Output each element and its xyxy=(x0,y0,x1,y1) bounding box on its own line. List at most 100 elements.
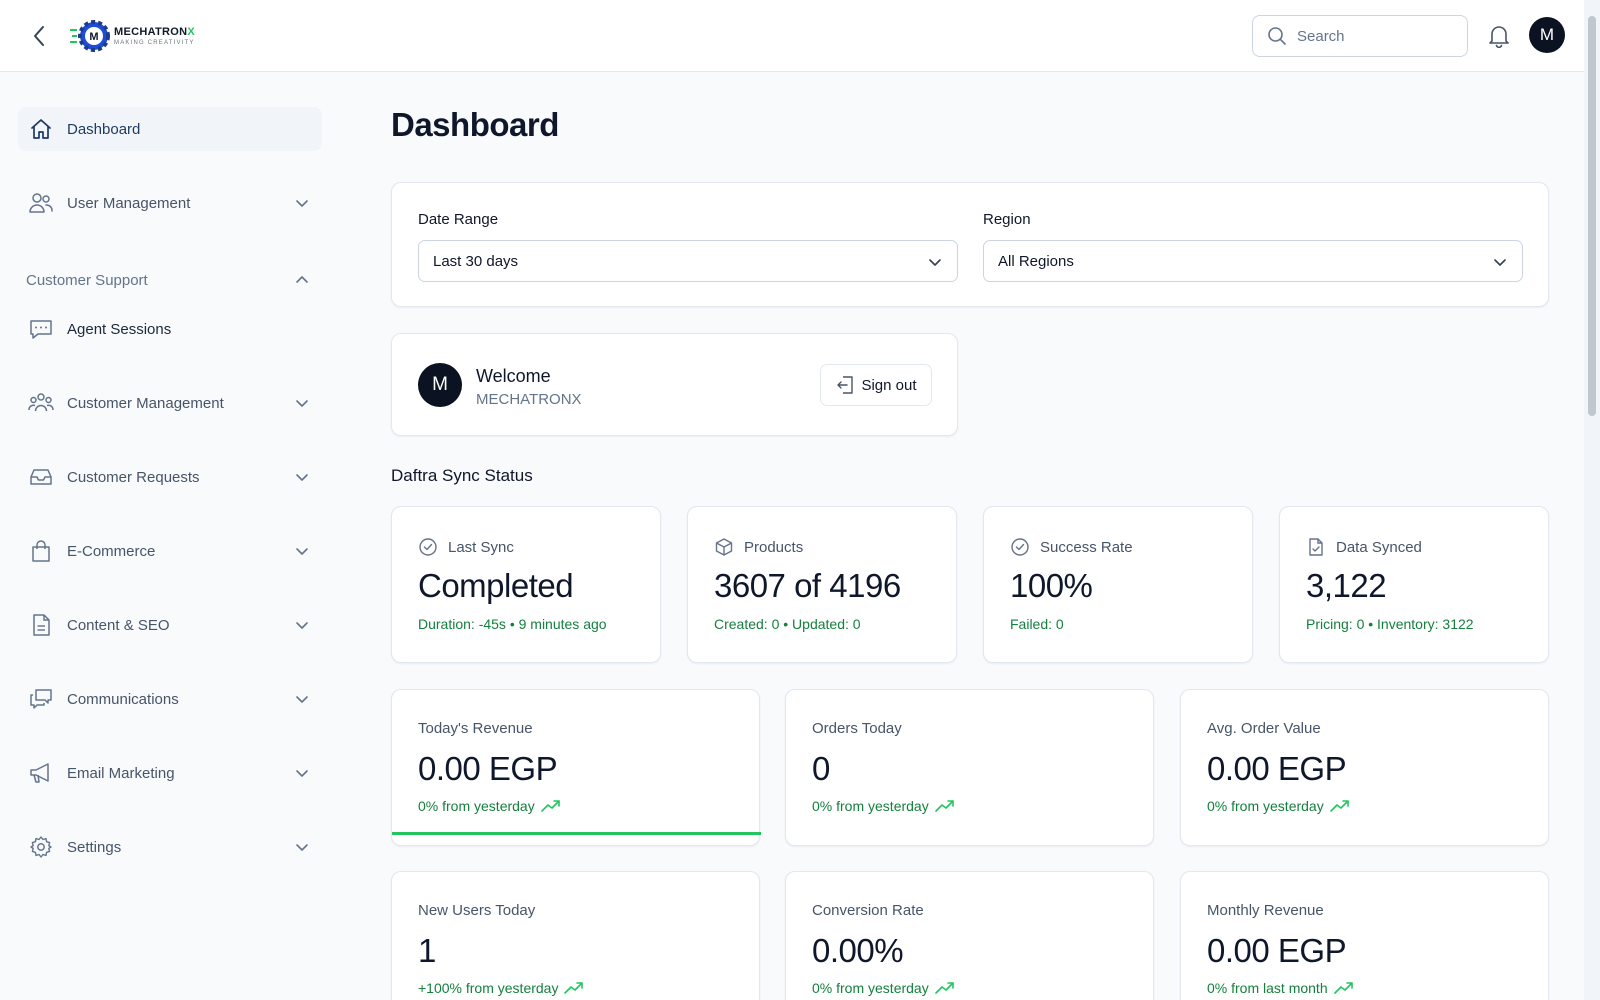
metric-change: +100% from yesterday xyxy=(418,980,559,996)
sidebar-item-agent-sessions[interactable]: Agent Sessions xyxy=(18,307,322,351)
megaphone-icon xyxy=(28,760,54,786)
metric-label: New Users Today xyxy=(418,902,536,919)
metric-card-new-users-today[interactable]: New Users Today 1 +100% from yesterday xyxy=(391,871,760,1000)
trending-up-icon xyxy=(564,982,584,994)
search-input[interactable] xyxy=(1297,27,1457,45)
sidebar-item-email-marketing[interactable]: Email Marketing xyxy=(18,751,322,795)
chevron-down-icon xyxy=(1494,259,1506,266)
top-header: M MECHATRONX MAKING CREATIVITY M xyxy=(0,0,1584,72)
metric-change: 0% from yesterday xyxy=(812,980,929,996)
chevron-down-icon xyxy=(296,770,308,777)
sync-card-success-rate: Success Rate 100% Failed: 0 xyxy=(983,506,1253,663)
shopping-bag-icon xyxy=(28,538,54,564)
sync-card-label: Data Synced xyxy=(1336,538,1422,556)
trending-up-icon xyxy=(1329,800,1349,812)
search-box[interactable] xyxy=(1252,15,1468,57)
chevron-down-icon xyxy=(296,548,308,555)
metric-label: Today's Revenue xyxy=(418,720,533,737)
scrollbar-thumb[interactable] xyxy=(1588,16,1596,416)
trending-up-icon xyxy=(540,800,560,812)
sidebar-item-label: E-Commerce xyxy=(67,542,156,560)
sidebar-group-customer-support[interactable]: Customer Support xyxy=(26,268,322,292)
sync-card-value: 100% xyxy=(1010,567,1093,604)
region-value: All Regions xyxy=(998,252,1074,270)
sync-card-products: Products 3607 of 4196 Created: 0 • Updat… xyxy=(687,506,957,663)
sync-card-detail: Pricing: 0 • Inventory: 3122 xyxy=(1306,616,1474,632)
bell-icon xyxy=(1489,26,1509,48)
logo-text: MECHATRONX MAKING CREATIVITY xyxy=(114,25,196,46)
file-check-icon xyxy=(1309,538,1323,556)
sync-card-last-sync: Last Sync Completed Duration: -45s • 9 m… xyxy=(391,506,661,663)
sidebar-item-ecommerce[interactable]: E-Commerce xyxy=(18,529,322,573)
region-label: Region xyxy=(983,211,1031,228)
sidebar-item-content-seo[interactable]: Content & SEO xyxy=(18,603,322,647)
logo-tagline: MAKING CREATIVITY xyxy=(114,39,195,46)
metric-card-todays-revenue[interactable]: Today's Revenue 0.00 EGP 0% from yesterd… xyxy=(391,689,761,846)
logo-name: MECHATRONX xyxy=(114,25,196,38)
sync-card-value: Completed xyxy=(418,567,574,604)
sync-card-data-synced: Data Synced 3,122 Pricing: 0 • Inventory… xyxy=(1279,506,1549,663)
sidebar-item-settings[interactable]: Settings xyxy=(18,825,322,869)
cube-icon xyxy=(715,538,733,556)
sidebar-item-label: Settings xyxy=(67,838,122,856)
metric-value: 1 xyxy=(418,932,436,969)
users-icon xyxy=(28,190,54,216)
search-icon xyxy=(1268,27,1286,45)
sidebar-item-communications[interactable]: Communications xyxy=(18,677,322,721)
svg-text:M: M xyxy=(89,31,98,43)
sync-card-detail: Failed: 0 xyxy=(1010,616,1064,632)
sync-card-value: 3,122 xyxy=(1306,567,1387,604)
metric-card-conversion-rate[interactable]: Conversion Rate 0.00% 0% from yesterday xyxy=(785,871,1154,1000)
user-avatar[interactable]: M xyxy=(1529,17,1565,53)
sync-card-label: Success Rate xyxy=(1040,538,1133,556)
metric-label: Monthly Revenue xyxy=(1207,902,1324,919)
sidebar-item-label: Agent Sessions xyxy=(67,320,172,338)
region-select[interactable]: All Regions xyxy=(983,240,1523,282)
metric-card-orders-today[interactable]: Orders Today 0 0% from yesterday xyxy=(785,689,1154,846)
brand-logo[interactable]: M MECHATRONX MAKING CREATIVITY xyxy=(70,18,195,54)
metric-label: Avg. Order Value xyxy=(1207,720,1321,737)
chevron-down-icon xyxy=(296,200,308,207)
welcome-username: MECHATRONX xyxy=(476,391,582,408)
chevron-down-icon xyxy=(296,696,308,703)
metric-value: 0 xyxy=(812,750,830,787)
check-circle-icon xyxy=(419,538,437,556)
chevron-down-icon xyxy=(929,259,941,266)
metric-card-monthly-revenue[interactable]: Monthly Revenue 0.00 EGP 0% from last mo… xyxy=(1180,871,1549,1000)
back-button[interactable] xyxy=(26,22,52,50)
metric-value: 0.00% xyxy=(812,932,904,969)
sidebar-item-user-management[interactable]: User Management xyxy=(18,181,322,225)
home-icon xyxy=(28,116,54,142)
notifications-button[interactable] xyxy=(1486,22,1512,50)
metric-value: 0.00 EGP xyxy=(418,750,558,787)
trending-up-icon xyxy=(934,982,954,994)
sidebar-group-label: Customer Support xyxy=(26,271,148,289)
sync-card-detail: Created: 0 • Updated: 0 xyxy=(714,616,861,632)
filters-card: Date Range Last 30 days Region All Regio… xyxy=(391,182,1549,307)
page-scrollbar[interactable] xyxy=(1584,0,1600,1000)
gear-icon xyxy=(28,834,54,860)
user-group-icon xyxy=(28,390,54,416)
sidebar-item-customer-requests[interactable]: Customer Requests xyxy=(18,455,322,499)
trending-up-icon xyxy=(934,800,954,812)
chat-bubble-icon xyxy=(28,316,54,342)
sidebar-item-label: Email Marketing xyxy=(67,764,175,782)
metric-change: 0% from yesterday xyxy=(812,798,929,814)
metric-change: 0% from yesterday xyxy=(1207,798,1324,814)
chevron-down-icon xyxy=(296,622,308,629)
sidebar-item-label: Customer Management xyxy=(67,394,224,412)
sync-card-label: Last Sync xyxy=(448,538,514,556)
sync-card-label: Products xyxy=(744,538,804,556)
chevron-up-icon xyxy=(296,276,308,283)
sign-out-button[interactable]: Sign out xyxy=(820,364,932,406)
metric-value: 0.00 EGP xyxy=(1207,750,1347,787)
sidebar-item-label: Dashboard xyxy=(67,120,141,138)
chevron-left-icon xyxy=(34,26,44,46)
sidebar-item-customer-management[interactable]: Customer Management xyxy=(18,381,322,425)
sidebar-item-dashboard[interactable]: Dashboard xyxy=(18,107,322,151)
date-range-value: Last 30 days xyxy=(433,252,519,270)
metric-card-avg-order-value[interactable]: Avg. Order Value 0.00 EGP 0% from yester… xyxy=(1180,689,1549,846)
sync-section-title: Daftra Sync Status xyxy=(391,466,533,485)
date-range-select[interactable]: Last 30 days xyxy=(418,240,958,282)
sidebar-item-label: User Management xyxy=(67,194,191,212)
